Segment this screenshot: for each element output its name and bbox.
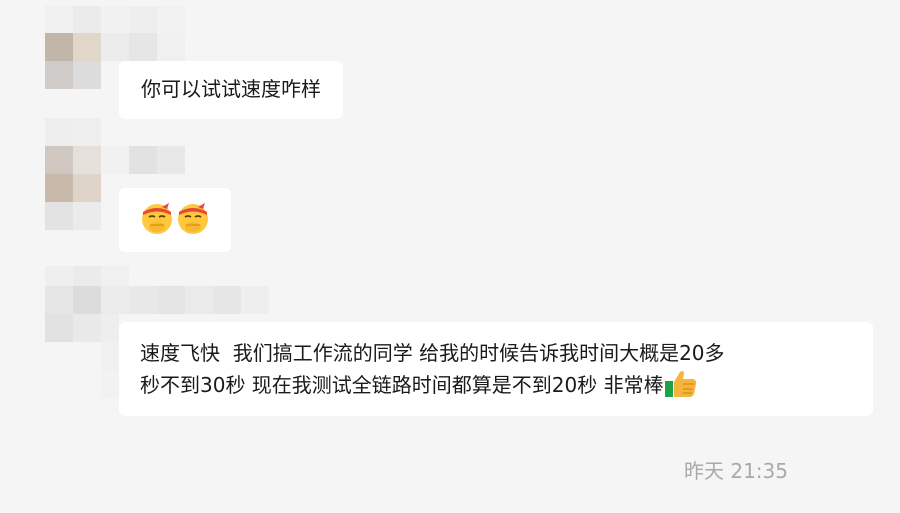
message-timestamp: 昨天 21:35 — [684, 459, 788, 483]
avatar[interactable] — [45, 146, 101, 230]
face-with-bandage-hand-over-mouth-emoji — [178, 203, 208, 234]
message-bubble[interactable]: 速度飞快 我们搞工作流的同学 给我的时候告诉我时间大概是20多 秒不到30秒 现… — [119, 322, 873, 416]
blurred-sender-name — [101, 286, 269, 314]
message-text-line: 秒不到30秒 现在我测试全链路时间都算是不到20秒 非常棒 — [140, 368, 853, 400]
blurred-sender-name — [45, 118, 101, 146]
message-text: 你可以试试速度咋样 — [141, 77, 321, 101]
thumbs-up-icon — [664, 370, 696, 397]
emoji-message-bubble[interactable] — [119, 188, 231, 252]
message-text-line: 速度飞快 我们搞工作流的同学 给我的时候告诉我时间大概是20多 — [140, 341, 725, 365]
blurred-sender-name — [101, 146, 185, 174]
blurred-sender-name — [45, 6, 185, 36]
face-with-bandage-hand-over-mouth-emoji — [142, 203, 172, 234]
avatar[interactable] — [45, 286, 101, 342]
blurred-sender-name — [101, 314, 119, 398]
chat-window: 你可以试试速度咋样 速度飞快 我们搞工作流的同学 给我的时候告诉我时间大概是20… — [0, 0, 900, 513]
blurred-sender-name — [101, 33, 185, 61]
avatar[interactable] — [45, 33, 101, 89]
message-bubble[interactable]: 你可以试试速度咋样 — [119, 61, 343, 119]
message-text: 秒不到30秒 现在我测试全链路时间都算是不到20秒 非常棒 — [140, 373, 664, 397]
